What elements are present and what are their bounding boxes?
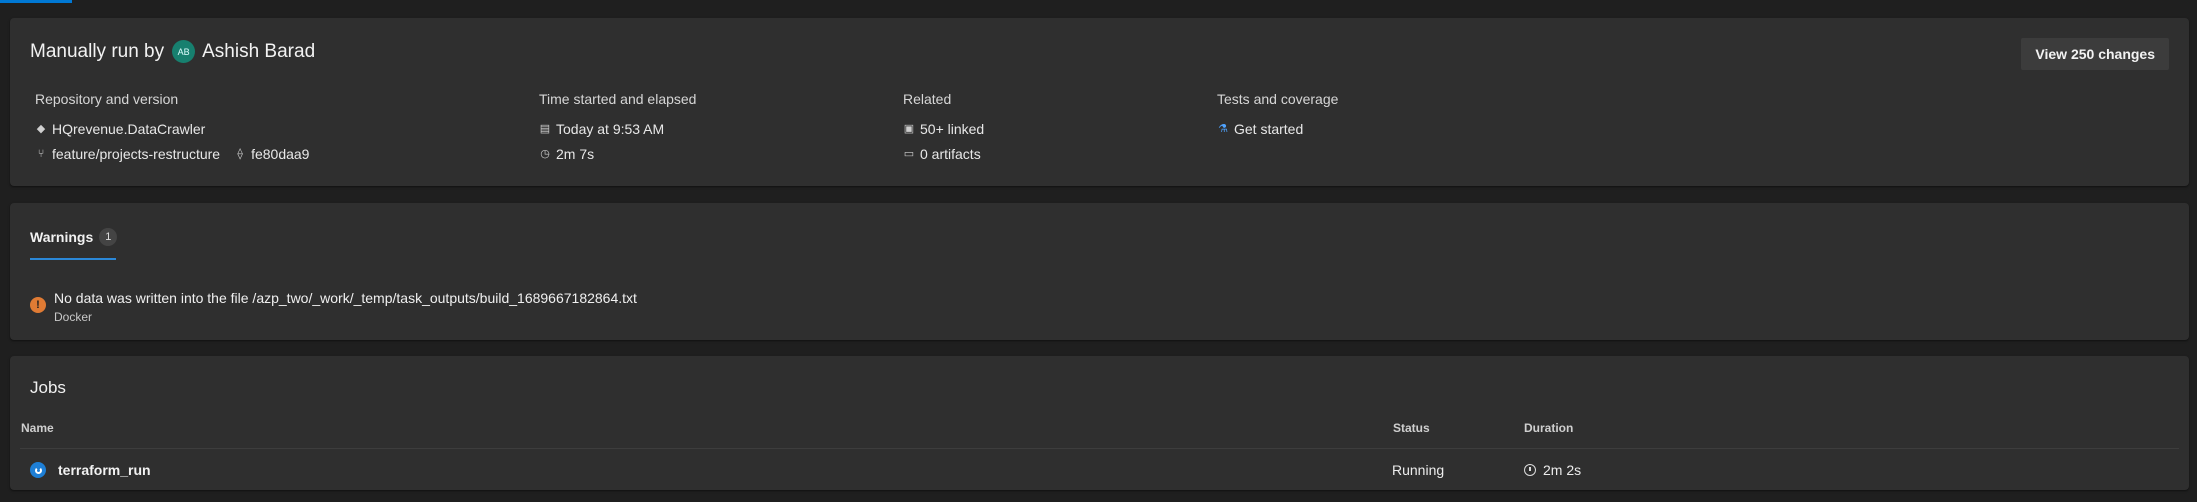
get-started-label: Get started xyxy=(1234,120,1304,137)
started-time: Today at 9:53 AM xyxy=(556,120,665,137)
table-row[interactable]: terraform_run Running 2m 2s xyxy=(10,449,2189,490)
work-item-icon: ▣ xyxy=(903,122,915,135)
commit-icon: ⟠ xyxy=(237,147,243,160)
repo-icon: ◆ xyxy=(36,122,46,135)
warning-source: Docker xyxy=(54,310,93,324)
tab-warnings-label: Warnings xyxy=(30,229,94,245)
flask-icon: ⚗ xyxy=(1218,122,1228,135)
run-summary-card: Manually run by AB Ashish Barad View 250… xyxy=(10,18,2189,186)
run-prefix: Manually run by xyxy=(30,40,165,62)
job-duration: 2m 2s xyxy=(1524,462,1581,478)
tab-warnings[interactable]: Warnings 1 xyxy=(30,228,118,261)
job-status: Running xyxy=(1392,462,1445,478)
related-section: Related ▣ 50+ linked ▭ 0 artifacts xyxy=(903,91,984,166)
repository-header: Repository and version xyxy=(35,91,179,107)
repository-section: Repository and version ◆ HQrevenue.DataC… xyxy=(35,91,323,166)
branch-icon: ⑂ xyxy=(37,147,45,160)
tab-underline xyxy=(30,258,116,260)
jobs-title: Jobs xyxy=(30,378,66,397)
warnings-card: Warnings 1 ! No data was written into th… xyxy=(10,203,2189,340)
time-header: Time started and elapsed xyxy=(539,91,697,107)
repo-link[interactable]: ◆ HQrevenue.DataCrawler xyxy=(35,120,206,137)
clock-icon xyxy=(1524,464,1536,476)
branch-name: feature/projects-restructure xyxy=(52,145,221,162)
tests-header: Tests and coverage xyxy=(1217,91,1339,107)
calendar-icon: ▤ xyxy=(539,122,551,135)
time-section: Time started and elapsed ▤ Today at 9:53… xyxy=(539,91,696,166)
repo-name: HQrevenue.DataCrawler xyxy=(52,120,206,137)
column-header-duration: Duration xyxy=(1524,421,1574,435)
artifact-icon: ▭ xyxy=(903,147,915,160)
artifacts-link[interactable]: ▭ 0 artifacts xyxy=(903,141,984,166)
clock-icon: ◷ xyxy=(540,147,550,160)
column-header-status: Status xyxy=(1393,421,1430,435)
warning-icon: ! xyxy=(30,297,46,313)
artifacts-count: 0 artifacts xyxy=(920,145,981,162)
view-changes-button[interactable]: View 250 changes xyxy=(2021,38,2169,70)
elapsed-time: 2m 7s xyxy=(556,145,595,162)
warnings-count-badge: 1 xyxy=(99,228,118,246)
user-name[interactable]: Ashish Barad xyxy=(202,41,315,63)
job-duration-value: 2m 2s xyxy=(1543,462,1582,478)
run-title: Manually run by AB Ashish Barad xyxy=(30,40,315,63)
related-header: Related xyxy=(903,91,952,107)
branch-link[interactable]: ⑂ feature/projects-restructure xyxy=(35,146,220,162)
active-tab-indicator xyxy=(0,0,72,3)
get-started-link[interactable]: ⚗ Get started xyxy=(1217,116,1338,141)
job-name: terraform_run xyxy=(58,462,151,478)
linked-count: 50+ linked xyxy=(920,120,985,137)
tests-section: Tests and coverage ⚗ Get started xyxy=(1217,91,1338,141)
linked-items-link[interactable]: ▣ 50+ linked xyxy=(903,116,984,141)
commit-hash: fe80daa9 xyxy=(251,145,310,162)
jobs-card: Jobs Name Status Duration terraform_run … xyxy=(10,356,2189,490)
commit-link[interactable]: ⟠ fe80daa9 xyxy=(234,146,309,162)
column-header-name: Name xyxy=(21,421,54,435)
warning-message[interactable]: No data was written into the file /azp_t… xyxy=(54,290,637,306)
avatar[interactable]: AB xyxy=(172,40,196,63)
running-status-icon xyxy=(30,462,46,478)
